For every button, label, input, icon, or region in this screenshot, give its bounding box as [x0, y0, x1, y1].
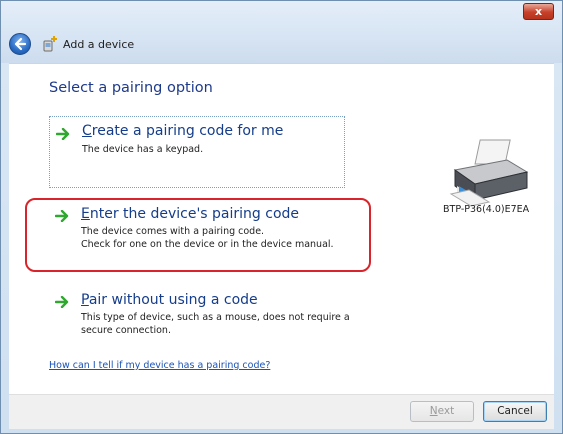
cancel-button[interactable]: Cancel: [483, 401, 547, 422]
title-bar: x Add a device: [1, 1, 562, 63]
green-arrow-icon: [55, 296, 69, 308]
device-name: BTP-P36(4.0)E7EA: [443, 204, 530, 215]
option-title: Pair without using a code: [81, 292, 258, 308]
content-area: Select a pairing option Create a pairing…: [9, 63, 554, 394]
window-title: Add a device: [63, 38, 135, 51]
option-description: The device has a keypad.: [82, 144, 204, 155]
option-pair-without-code[interactable]: Pair without using a code This type of d…: [49, 292, 350, 352]
option-description: This type of device, such as a mouse, do…: [81, 312, 350, 323]
back-button[interactable]: [9, 33, 31, 55]
close-button[interactable]: x: [523, 3, 554, 20]
option-title: Create a pairing code for me: [82, 123, 284, 139]
footer-bar: Next Cancel: [9, 394, 554, 429]
green-arrow-icon: [56, 128, 70, 140]
add-device-icon: [43, 36, 57, 52]
printer-icon: [449, 139, 529, 207]
back-arrow-icon: [14, 37, 27, 51]
add-device-window: x Add a device Select a pairing option C…: [0, 0, 563, 434]
page-title: Select a pairing option: [49, 80, 213, 96]
option-description: secure connection.: [81, 325, 171, 336]
option-create-pairing-code[interactable]: Create a pairing code for me The device …: [49, 116, 345, 188]
highlight-outline: [25, 198, 371, 272]
next-button[interactable]: Next: [410, 401, 474, 422]
help-link[interactable]: How can I tell if my device has a pairin…: [49, 360, 270, 371]
